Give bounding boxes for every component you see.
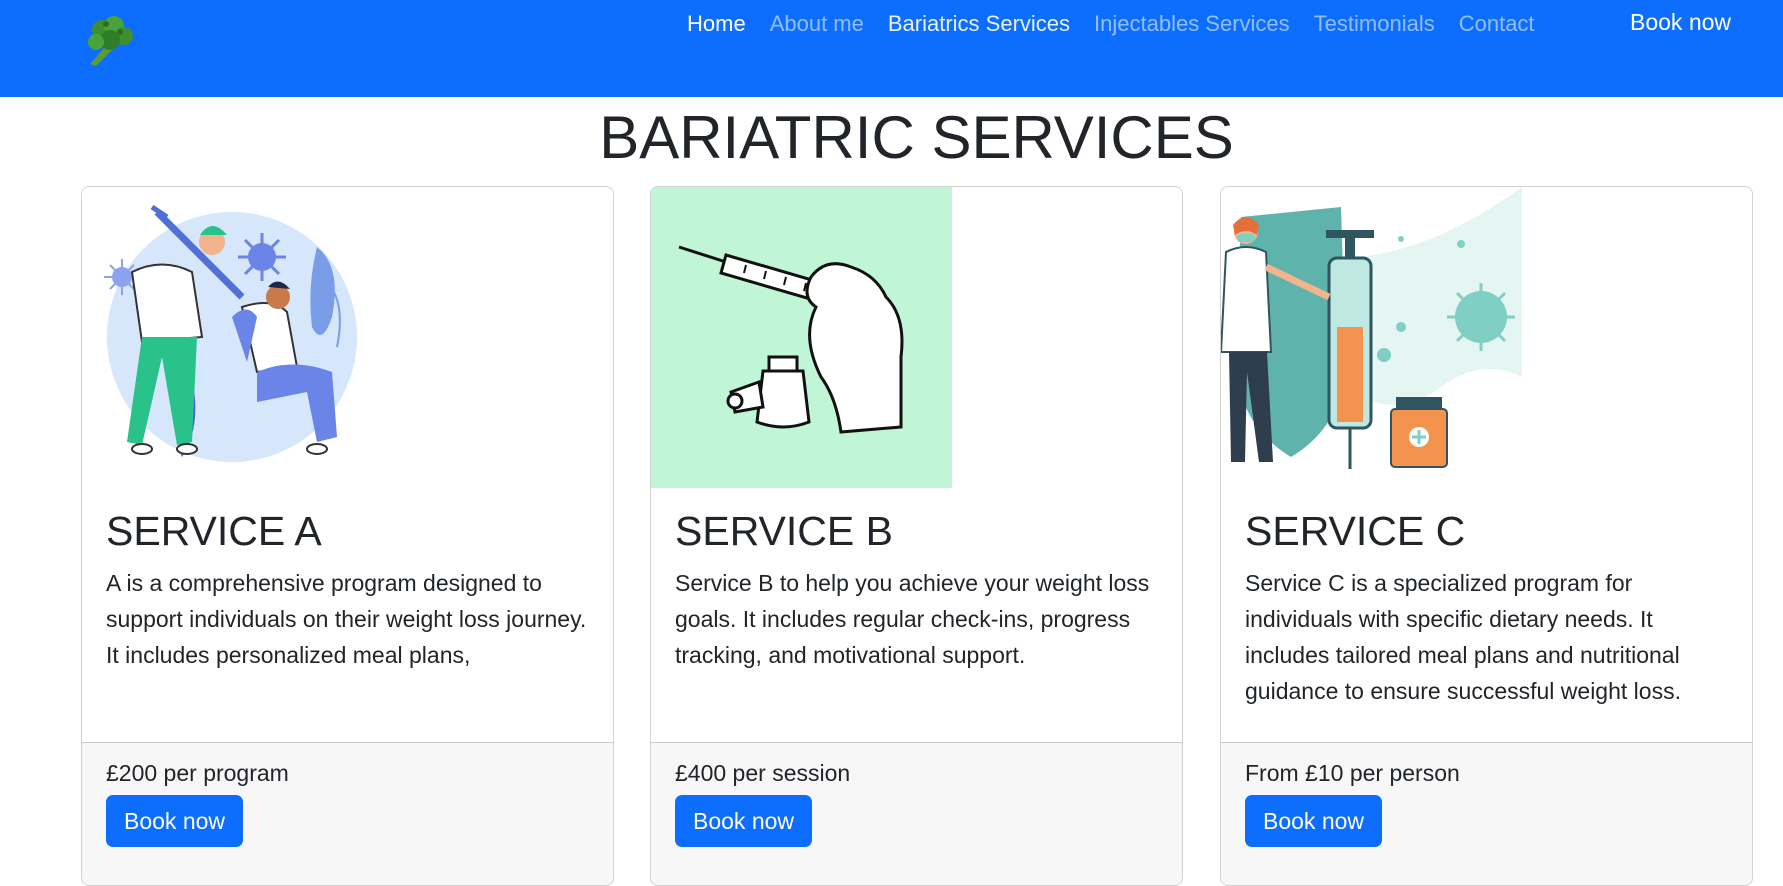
service-c-book-button[interactable]: Book now: [1245, 795, 1383, 847]
broccoli-icon[interactable]: [80, 14, 136, 66]
service-c-body: SERVICE C Service C is a specialized pro…: [1245, 507, 1728, 709]
service-a-book-button[interactable]: Book now: [106, 795, 244, 847]
service-a-image: [82, 187, 383, 488]
nav-links: Home About me Bariatrics Services Inject…: [675, 10, 1547, 38]
nav-link-injectables[interactable]: Injectables Services: [1082, 10, 1302, 38]
nav-link-testimonials[interactable]: Testimonials: [1302, 10, 1447, 38]
nav-link-about[interactable]: About me: [758, 10, 876, 38]
service-b-price: £400 per session: [675, 760, 851, 786]
service-card-b: SERVICE B Service B to help you achieve …: [650, 186, 1183, 886]
service-c-title: SERVICE C: [1245, 508, 1466, 554]
service-a-description: A is a comprehensive program designed to…: [106, 570, 587, 668]
nav-link-bariatrics[interactable]: Bariatrics Services: [876, 10, 1082, 38]
service-card-a: SERVICE A A is a comprehensive program d…: [81, 186, 614, 886]
service-b-title: SERVICE B: [675, 508, 893, 554]
service-c-price: From £10 per person: [1245, 760, 1460, 786]
service-b-book-button[interactable]: Book now: [675, 795, 813, 847]
service-b-body: SERVICE B Service B to help you achieve …: [675, 507, 1158, 673]
service-a-price: £200 per program: [106, 760, 289, 786]
nav-book-now-link[interactable]: Book now: [1630, 8, 1731, 36]
service-b-description: Service B to help you achieve your weigh…: [675, 570, 1150, 668]
nav-link-home[interactable]: Home: [675, 10, 758, 38]
service-c-description: Service C is a specialized program for i…: [1245, 570, 1681, 704]
service-c-image: [1221, 187, 1522, 488]
service-b-image: [651, 187, 952, 488]
service-a-body: SERVICE A A is a comprehensive program d…: [106, 507, 589, 673]
nav-link-contact[interactable]: Contact: [1447, 10, 1547, 38]
page-title: BARIATRIC SERVICES: [599, 104, 1234, 171]
service-card-c: SERVICE C Service C is a specialized pro…: [1220, 186, 1753, 886]
navbar: Home About me Bariatrics Services Inject…: [0, 0, 1783, 97]
service-a-title: SERVICE A: [106, 508, 322, 554]
